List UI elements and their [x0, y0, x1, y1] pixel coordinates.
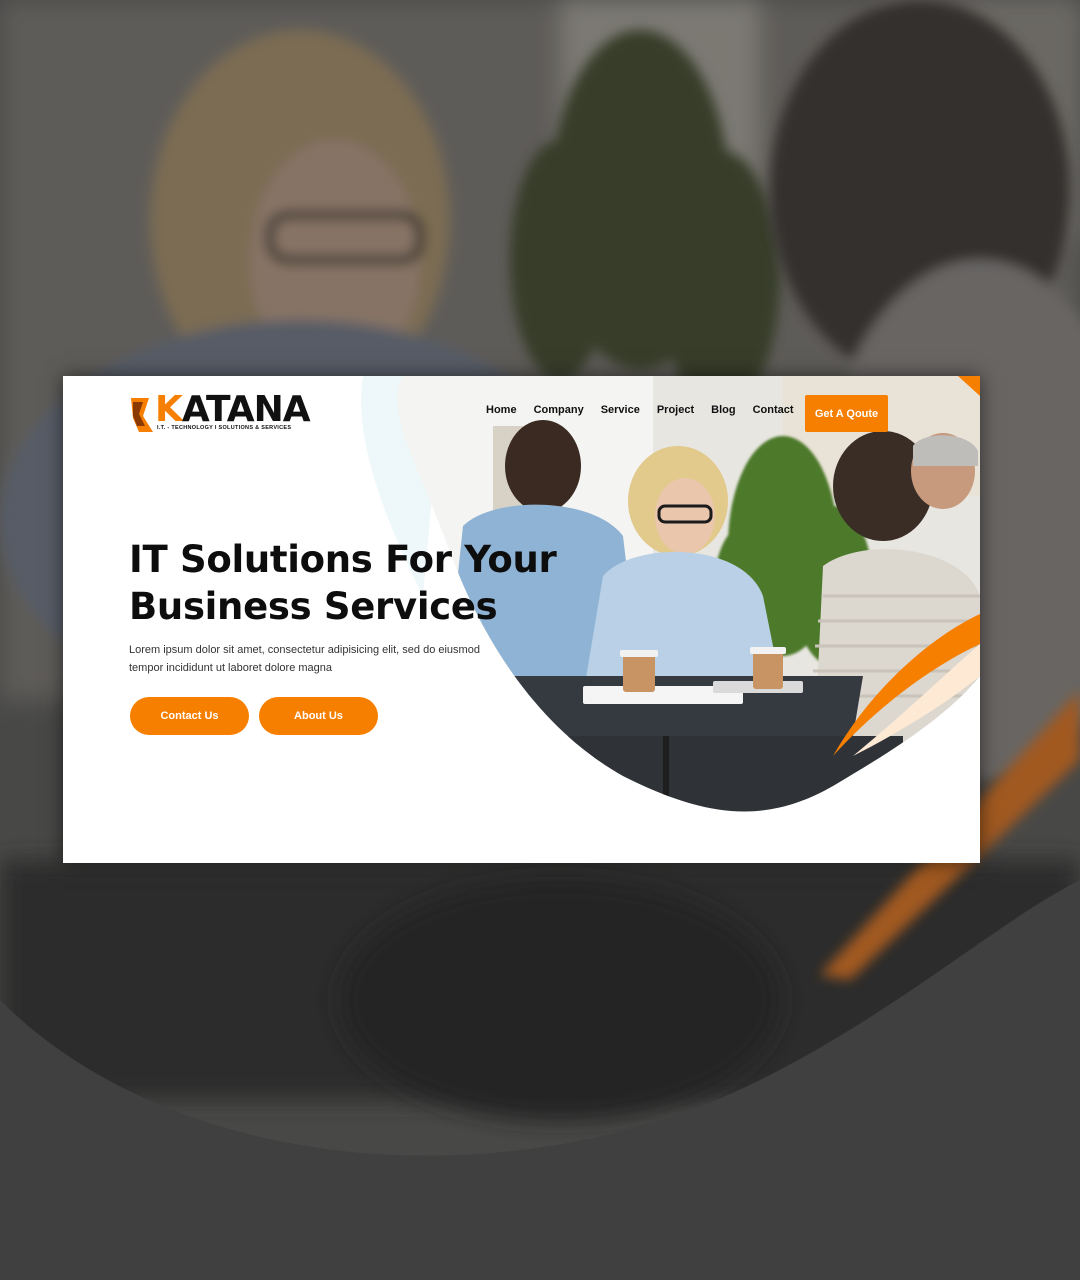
nav-item-service[interactable]: Service — [601, 404, 640, 416]
hero-title-line2: Business Services — [129, 585, 498, 628]
hero-title: IT Solutions For Your Business Services — [129, 536, 569, 630]
get-quote-button[interactable]: Get A Qoute — [805, 395, 888, 432]
nav-item-project[interactable]: Project — [657, 404, 694, 416]
nav-item-home[interactable]: Home — [486, 404, 517, 416]
logo-letter-k: K — [155, 389, 183, 430]
nav-item-company[interactable]: Company — [534, 404, 584, 416]
mockup-stage: KATANA I.T. - TECHNOLOGY I SOLUTIONS & S… — [0, 0, 1080, 1280]
logo-letters-atana: ATANA — [181, 389, 311, 430]
logo-tagline: I.T. - TECHNOLOGY I SOLUTIONS & SERVICES — [157, 425, 292, 431]
about-us-button[interactable]: About Us — [259, 697, 378, 735]
nav-item-contact[interactable]: Contact — [753, 404, 794, 416]
contact-us-button[interactable]: Contact Us — [130, 697, 249, 735]
main-nav: Home Company Service Project Blog Contac… — [486, 404, 794, 416]
website-preview-card: KATANA I.T. - TECHNOLOGY I SOLUTIONS & S… — [63, 376, 980, 863]
hero-title-line1: IT Solutions For Your — [129, 538, 557, 581]
hero-description: Lorem ipsum dolor sit amet, consectetur … — [129, 644, 480, 674]
brand-logo[interactable]: KATANA I.T. - TECHNOLOGY I SOLUTIONS & S… — [129, 390, 311, 436]
logo-wordmark: KATANA — [155, 389, 311, 430]
nav-item-blog[interactable]: Blog — [711, 404, 735, 416]
